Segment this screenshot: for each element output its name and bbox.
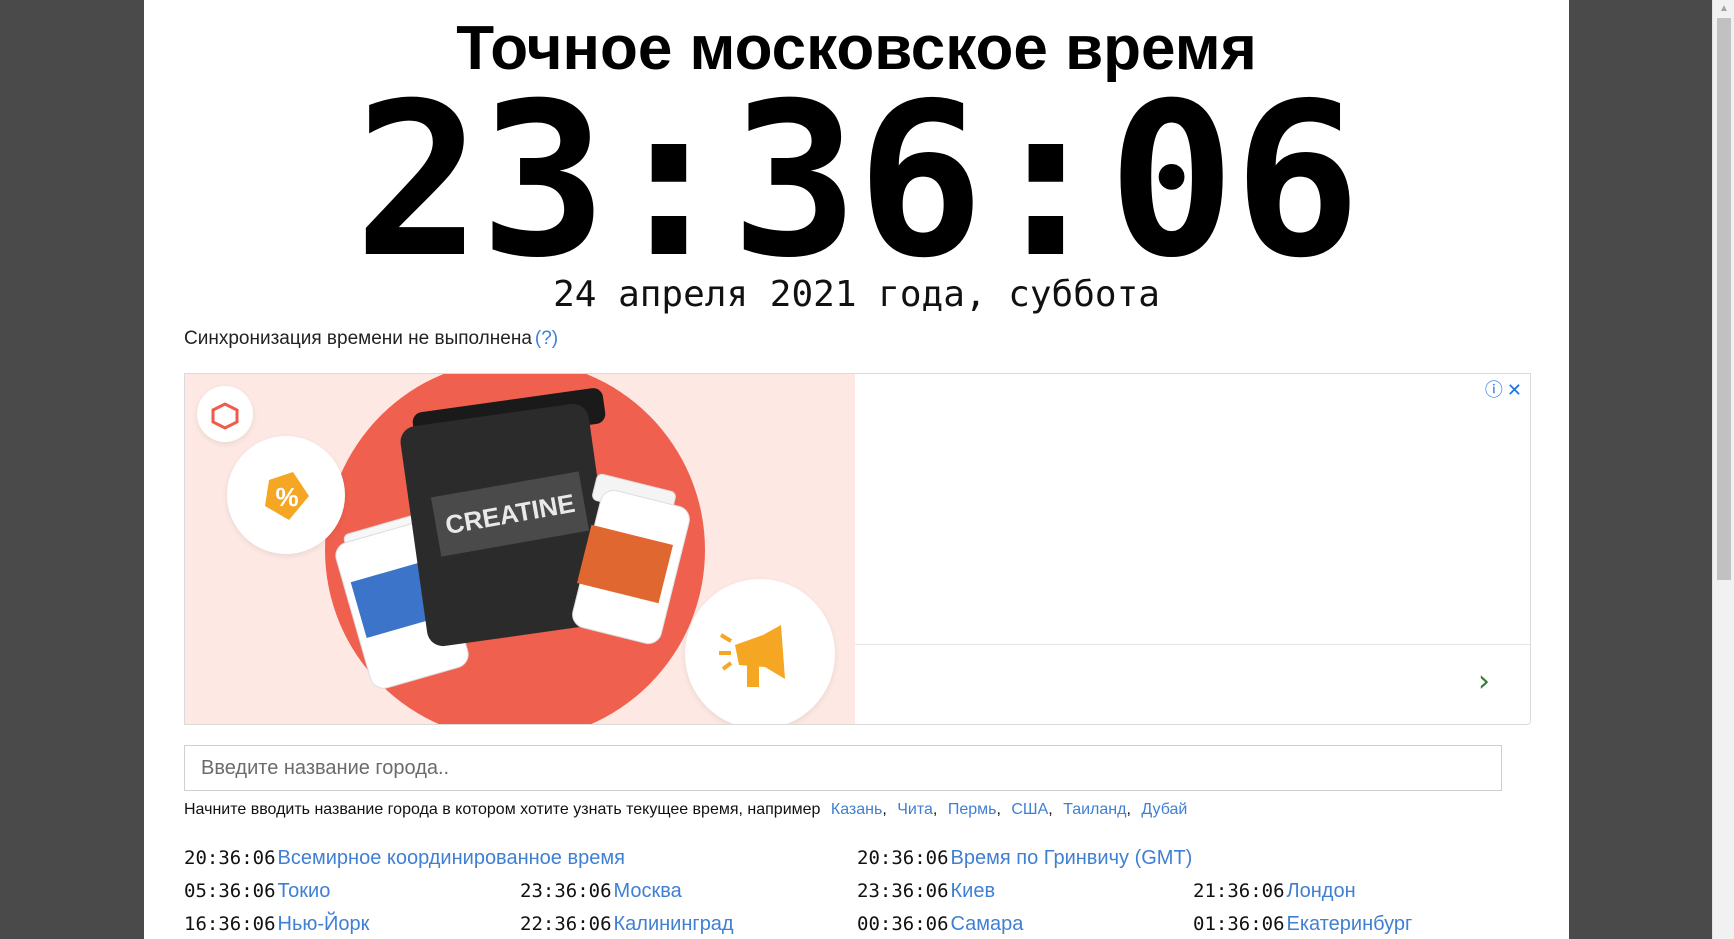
city-time: 23:36:06: [520, 880, 612, 902]
example-link-kazan[interactable]: Казань: [831, 801, 882, 818]
example-link-chita[interactable]: Чита: [897, 801, 933, 818]
city-row-gmt: 20:36:06 Время по Гринвичу (GMT): [857, 846, 1192, 870]
example-link-usa[interactable]: США: [1011, 801, 1048, 818]
example-link-dubai[interactable]: Дубай: [1141, 801, 1187, 818]
vertical-scrollbar[interactable]: ▲: [1712, 0, 1734, 939]
city-link[interactable]: Екатеринбург: [1287, 913, 1413, 935]
ad-banner[interactable]: % CREATINE ⓘ ✕ ›: [184, 373, 1531, 725]
city-link[interactable]: Москва: [614, 880, 682, 902]
city-row-tokyo: 05:36:06 Токио: [184, 879, 330, 903]
city-row-samara: 00:36:06 Самара: [857, 912, 1023, 936]
city-time: 20:36:06: [184, 847, 276, 869]
city-row-london: 21:36:06 Лондон: [1193, 879, 1356, 903]
box-icon: [197, 386, 253, 442]
city-time: 05:36:06: [184, 880, 276, 902]
city-row-moscow: 23:36:06 Москва: [520, 879, 682, 903]
ad-image[interactable]: % CREATINE: [185, 374, 855, 724]
scrollbar-thumb[interactable]: [1717, 18, 1731, 580]
sync-status-text: Синхронизация времени не выполнена: [184, 328, 532, 349]
city-time: 23:36:06: [857, 880, 949, 902]
info-icon[interactable]: ⓘ: [1485, 380, 1503, 400]
city-link[interactable]: Самара: [951, 913, 1024, 935]
city-row-yekaterinburg: 01:36:06 Екатеринбург: [1193, 912, 1412, 936]
city-row-kaliningrad: 22:36:06 Калининград: [520, 912, 734, 936]
megaphone-icon: [685, 579, 835, 724]
city-link[interactable]: Калининград: [614, 913, 734, 935]
svg-text:%: %: [275, 482, 298, 512]
search-hint: Начните вводить название города в которо…: [184, 801, 1188, 818]
city-time: 00:36:06: [857, 913, 949, 935]
city-time: 01:36:06: [1193, 913, 1285, 935]
city-link[interactable]: Лондон: [1287, 880, 1356, 902]
clock-display: 23:36:06: [353, 57, 1361, 304]
page: Точное московское время 23:36:06 24 апре…: [144, 0, 1569, 939]
city-time: 16:36:06: [184, 913, 276, 935]
city-time: 21:36:06: [1193, 880, 1285, 902]
example-link-thailand[interactable]: Таиланд: [1063, 801, 1126, 818]
city-search-input[interactable]: [184, 745, 1502, 791]
city-time: 20:36:06: [857, 847, 949, 869]
chevron-right-icon[interactable]: ›: [1478, 664, 1490, 699]
discount-tag-icon: %: [227, 436, 345, 554]
date-display: 24 апреля 2021 года, суббота: [553, 274, 1160, 315]
city-time: 22:36:06: [520, 913, 612, 935]
sync-status: Синхронизация времени не выполнена (?): [184, 327, 558, 351]
search-hint-text: Начните вводить название города в которо…: [184, 801, 821, 818]
scroll-up-arrow-icon[interactable]: ▲: [1713, 0, 1734, 18]
ad-divider: [855, 644, 1530, 645]
city-link[interactable]: Всемирное координированное время: [278, 847, 625, 869]
city-row-new-york: 16:36:06 Нью-Йорк: [184, 912, 369, 936]
city-row-kyiv: 23:36:06 Киев: [857, 879, 995, 903]
sync-help-link[interactable]: (?): [535, 328, 558, 349]
city-link[interactable]: Нью-Йорк: [278, 913, 370, 935]
city-link[interactable]: Киев: [951, 880, 996, 902]
ad-controls: ⓘ ✕: [1481, 376, 1522, 402]
city-row-utc: 20:36:06 Всемирное координированное время: [184, 846, 625, 870]
city-link[interactable]: Время по Гринвичу (GMT): [951, 847, 1193, 869]
city-link[interactable]: Токио: [278, 880, 331, 902]
close-icon[interactable]: ✕: [1507, 380, 1522, 400]
example-link-perm[interactable]: Пермь: [948, 801, 997, 818]
